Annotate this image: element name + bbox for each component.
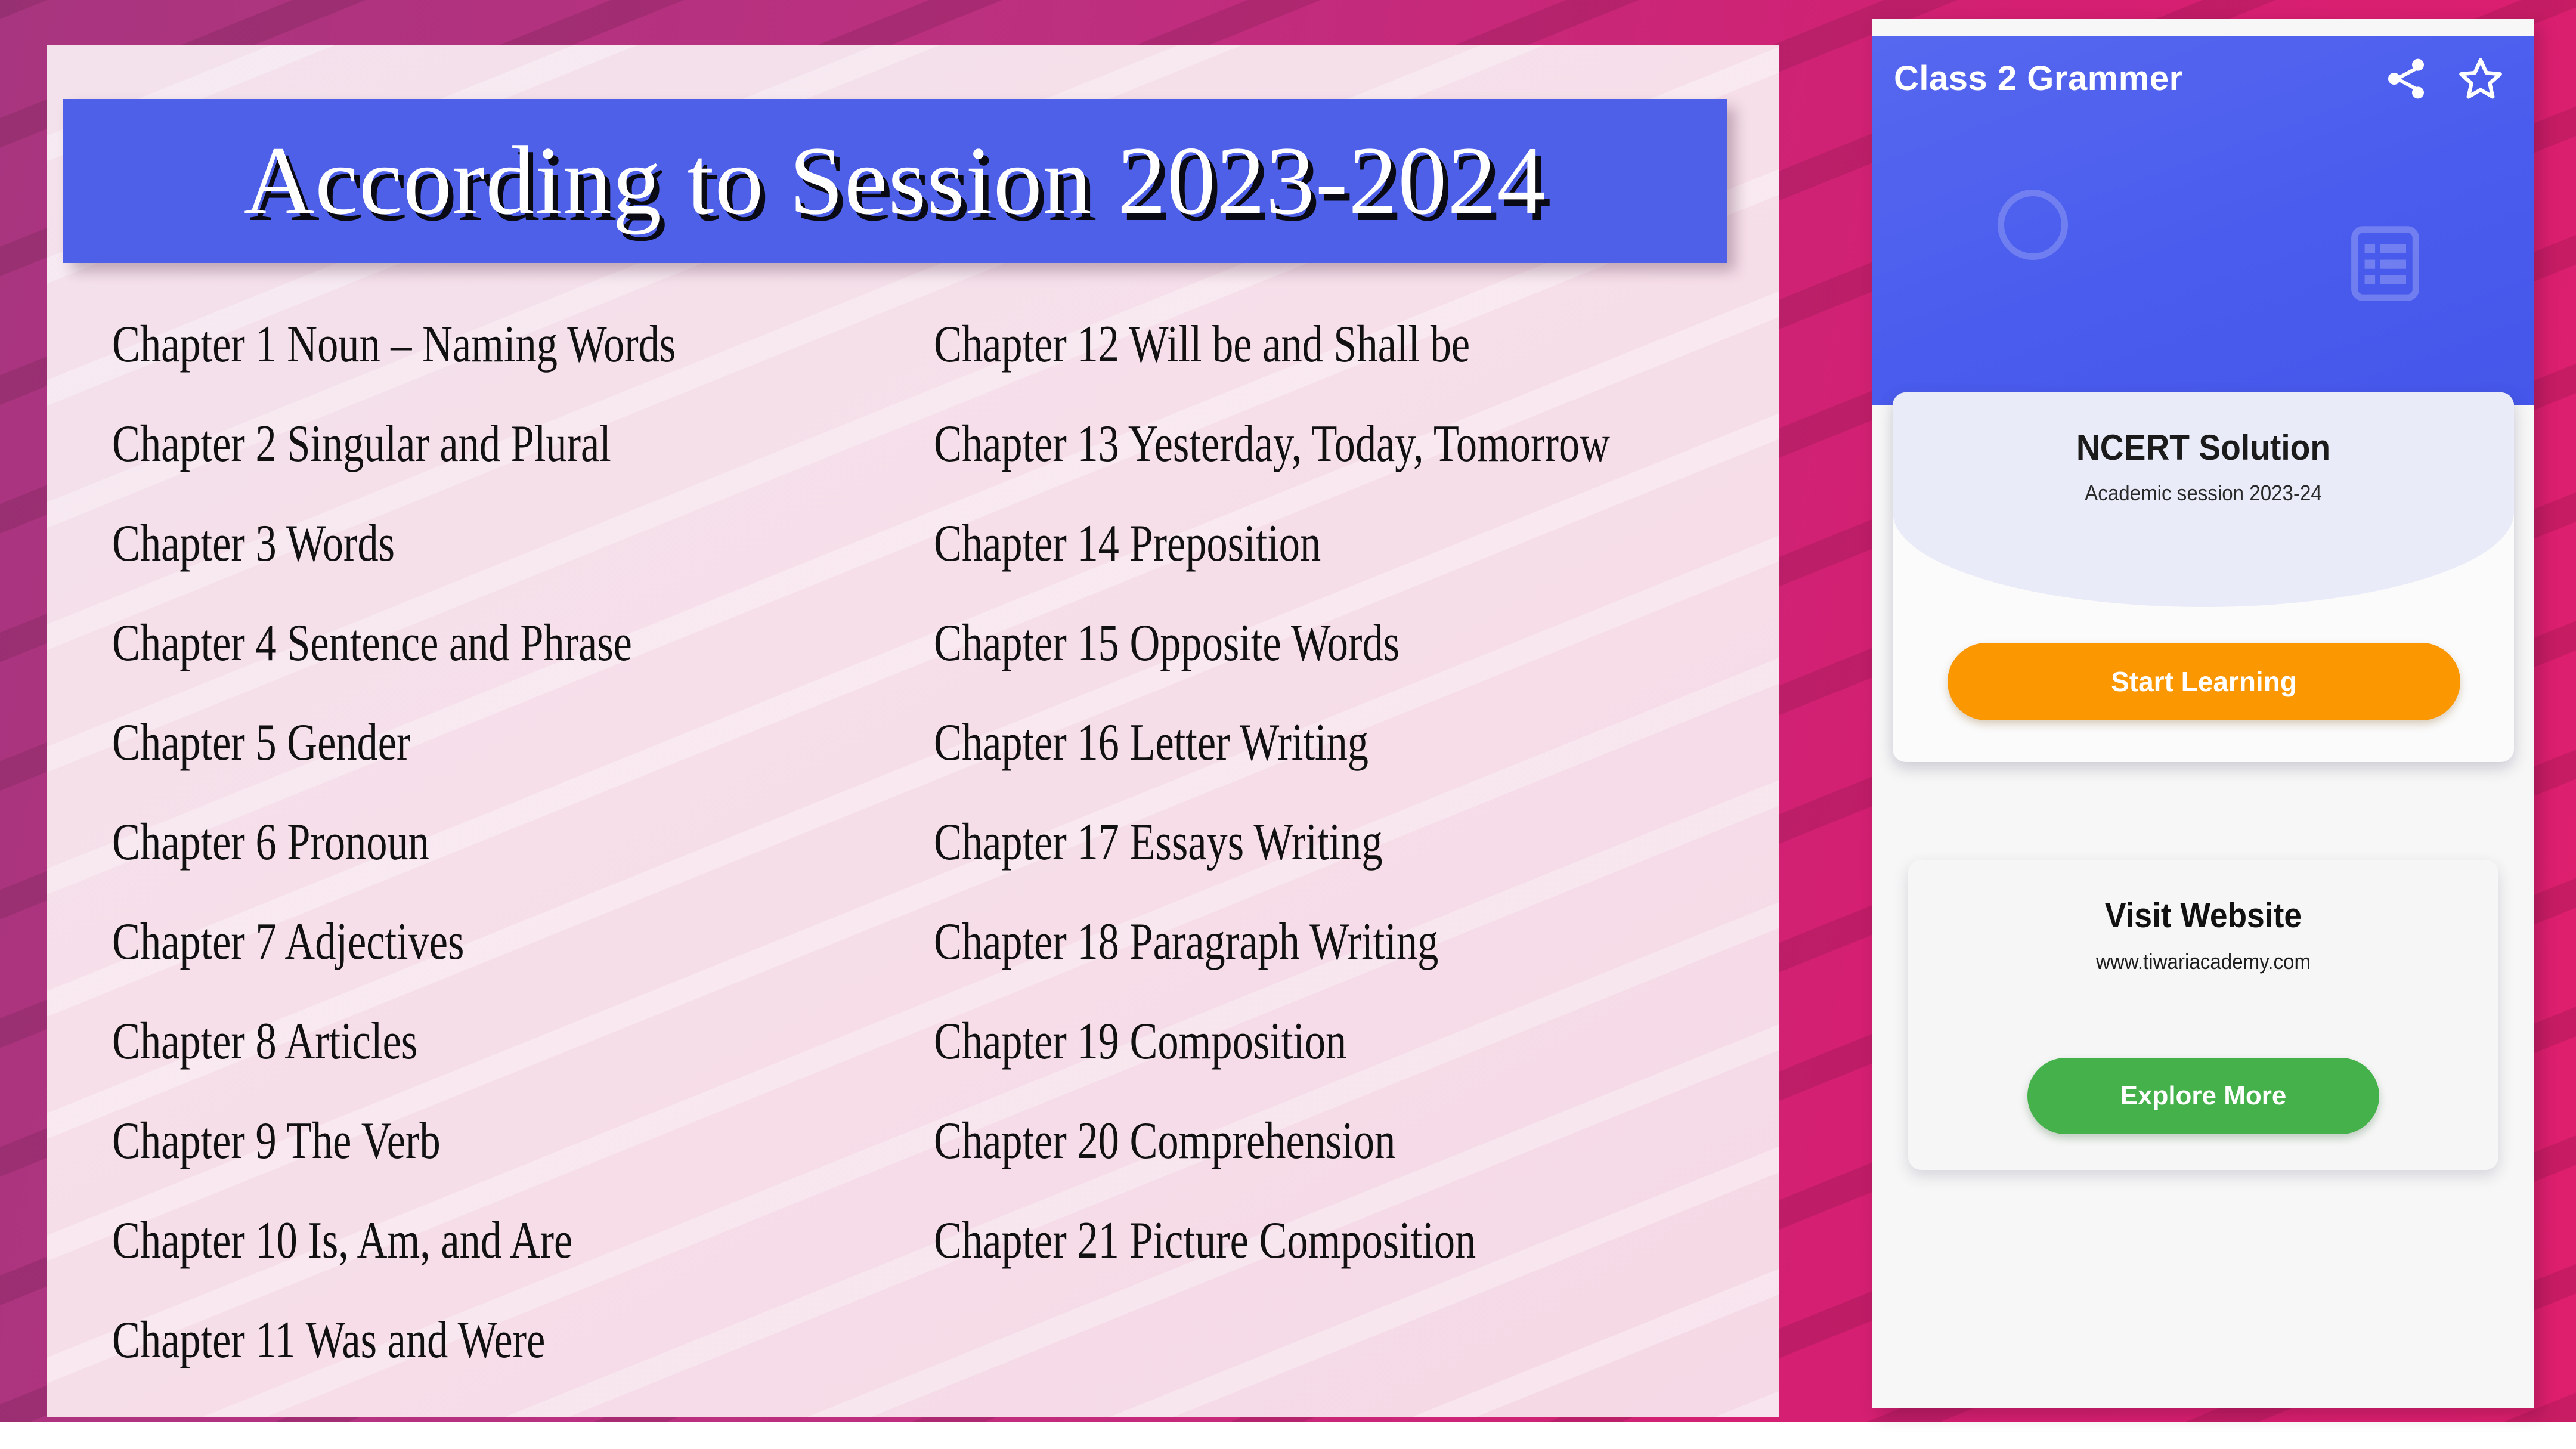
chapter-item[interactable]: Chapter 20 Comprehension [934,1091,1610,1191]
website-url: www.tiwariacademy.com [2095,949,2311,974]
app-bar: Class 2 Grammer [1872,36,2534,405]
slide-panel: According to Session 2023-2024 Chapter 1… [47,45,1779,1417]
chapter-item[interactable]: Chapter 7 Adjectives [112,892,731,992]
app-preview-panel: Class 2 Grammer NCERT Solution Academic … [1872,19,2534,1408]
chapter-column-left: Chapter 1 Noun – Naming Words Chapter 2 … [47,284,886,1405]
visit-website-card: Visit Website www.tiwariacademy.com Expl… [1908,860,2498,1170]
list-grid-icon [2351,226,2419,301]
start-learning-button[interactable]: Start Learning [1948,643,2460,720]
ncert-title: NCERT Solution [2076,428,2331,467]
chapter-item[interactable]: Chapter 13 Yesterday, Today, Tomorrow [934,394,1610,494]
chapter-item[interactable]: Chapter 10 Is, Am, and Are [112,1191,731,1290]
chapter-item[interactable]: Chapter 4 Sentence and Phrase [112,593,731,693]
bottom-white-strip [0,1422,2576,1449]
ncert-solution-card: NCERT Solution Academic session 2023-24 … [1893,392,2514,762]
chapter-item[interactable]: Chapter 11 Was and Were [112,1290,731,1390]
chapter-item[interactable]: Chapter 12 Will be and Shall be [934,295,1610,394]
page-title: According to Session 2023-2024 [243,126,1547,235]
star-outline-icon[interactable] [2457,55,2504,103]
circle-outline-icon [1998,190,2068,260]
chapter-item[interactable]: Chapter 1 Noun – Naming Words [112,295,731,394]
chapter-column-right: Chapter 12 Will be and Shall be Chapter … [886,284,1779,1405]
chapter-item[interactable]: Chapter 21 Picture Composition [934,1191,1610,1290]
chapter-list: Chapter 1 Noun – Naming Words Chapter 2 … [47,284,1779,1405]
ncert-subtitle: Academic session 2023-24 [2085,481,2322,505]
chapter-item[interactable]: Chapter 8 Articles [112,992,731,1091]
share-icon[interactable] [2382,55,2430,103]
chapter-item[interactable]: Chapter 17 Essays Writing [934,792,1610,892]
explore-more-button[interactable]: Explore More [2027,1058,2379,1134]
visit-website-title: Visit Website [2104,896,2302,935]
slide-title-bar: According to Session 2023-2024 [63,99,1727,263]
app-title: Class 2 Grammer [1894,59,2183,98]
chapter-item[interactable]: Chapter 15 Opposite Words [934,593,1610,693]
chapter-item[interactable]: Chapter 19 Composition [934,992,1610,1091]
chapter-item[interactable]: Chapter 6 Pronoun [112,792,731,892]
chapter-item[interactable]: Chapter 16 Letter Writing [934,693,1610,792]
chapter-item[interactable]: Chapter 14 Preposition [934,494,1610,593]
chapter-item[interactable]: Chapter 9 The Verb [112,1091,731,1191]
chapter-item[interactable]: Chapter 2 Singular and Plural [112,394,731,494]
chapter-item[interactable]: Chapter 18 Paragraph Writing [934,892,1610,992]
chapter-item[interactable]: Chapter 5 Gender [112,693,731,792]
chapter-item[interactable]: Chapter 3 Words [112,494,731,593]
